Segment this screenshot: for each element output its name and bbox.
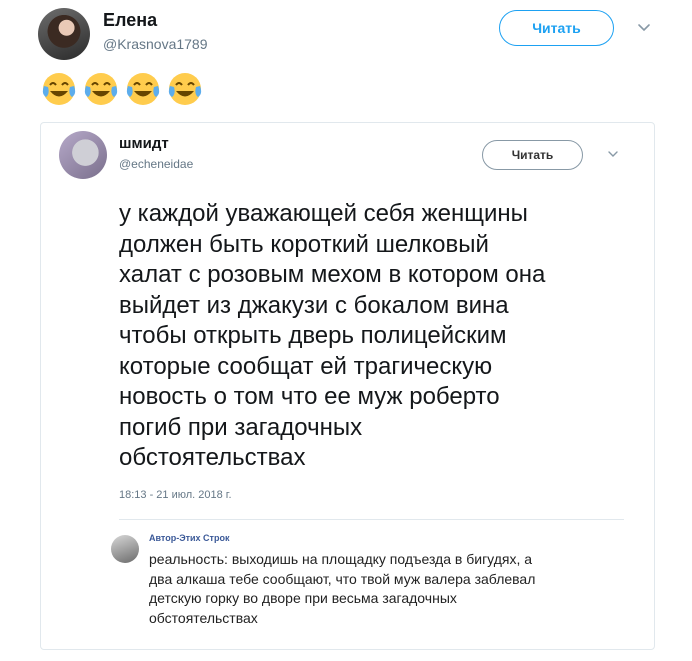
quoted-follow-button: Читать xyxy=(482,140,583,170)
user-avatar[interactable] xyxy=(38,8,90,60)
quoted-user-name: шмидт xyxy=(119,135,169,152)
joy-emoji-icon xyxy=(84,73,118,105)
joy-emoji-icon xyxy=(42,73,76,105)
embedded-screenshot[interactable]: шмидт @echeneidae Читать у каждой уважаю… xyxy=(40,122,655,650)
emoji-row xyxy=(40,70,204,110)
joy-emoji-icon xyxy=(168,73,202,105)
reply-text: реальность: выходишь на площадку подъезд… xyxy=(149,551,536,626)
quoted-user-avatar xyxy=(59,131,107,179)
divider xyxy=(119,519,624,520)
user-name[interactable]: Елена xyxy=(103,10,157,31)
chevron-down-icon[interactable] xyxy=(636,20,652,36)
reply-author-name: Автор-Этих Строк xyxy=(149,533,230,543)
chevron-down-icon xyxy=(608,151,618,157)
reply-author-avatar xyxy=(111,535,139,563)
quoted-user-handle: @echeneidae xyxy=(119,157,194,171)
joy-emoji-icon xyxy=(126,73,160,105)
follow-button[interactable]: Читать xyxy=(499,10,614,46)
user-handle[interactable]: @Krasnova1789 xyxy=(103,36,208,52)
quoted-tweet-text: у каждой уважающей себя женщины должен б… xyxy=(119,200,546,471)
quoted-timestamp: 18:13 - 21 июл. 2018 г. xyxy=(119,489,232,501)
